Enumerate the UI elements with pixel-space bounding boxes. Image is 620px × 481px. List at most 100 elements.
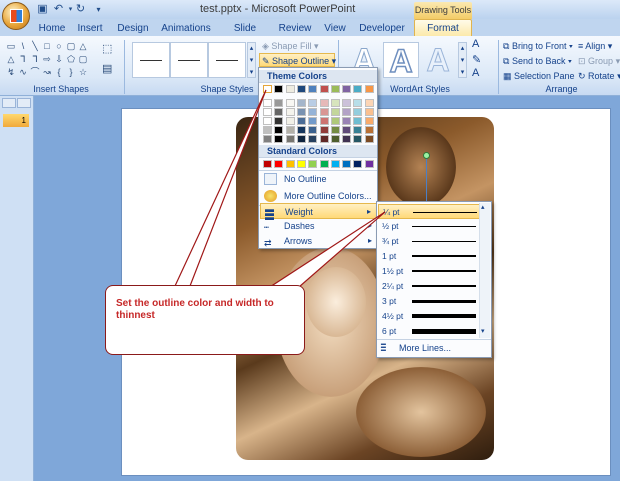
elbow-connector-icon[interactable]: ᒣ [30, 55, 40, 64]
theme-color-swatch[interactable] [285, 99, 295, 107]
theme-color-swatch[interactable] [330, 108, 340, 116]
send-to-back-button[interactable]: ⧉ Send to Back ▾ [503, 54, 572, 68]
theme-color-swatch[interactable] [342, 117, 352, 125]
theme-color-swatch[interactable] [308, 85, 318, 93]
line-shape-icon[interactable]: ╲ [30, 42, 40, 51]
dashes-item[interactable]: ┅ Dashes ▸ [260, 218, 377, 234]
theme-color-swatch[interactable] [319, 135, 329, 143]
weight-option[interactable]: 1½ pt [378, 264, 482, 279]
standard-color-swatch[interactable] [296, 160, 306, 168]
rounded-rect-shape-icon[interactable]: ▢ [66, 42, 76, 51]
theme-color-swatch[interactable] [353, 117, 363, 125]
text-box-icon[interactable]: ▤ [102, 62, 116, 76]
theme-color-swatch[interactable] [263, 99, 272, 107]
tab-animations[interactable]: Animations [160, 21, 212, 36]
tab-format[interactable]: Format [414, 19, 472, 37]
tab-slide-show[interactable]: Slide Show [220, 21, 270, 49]
standard-color-swatch[interactable] [342, 160, 352, 168]
standard-color-swatch[interactable] [308, 160, 318, 168]
theme-color-swatch[interactable] [364, 99, 374, 107]
theme-color-swatch[interactable] [285, 108, 295, 116]
elbow-connector-icon[interactable]: ⅂ [18, 55, 28, 64]
weight-option[interactable]: ¾ pt [378, 234, 482, 249]
theme-color-swatch[interactable] [364, 117, 374, 125]
more-lines-item[interactable]: ━ ━ ━ More Lines... [377, 339, 491, 355]
shape-style-1[interactable] [132, 42, 170, 78]
text-effects-icon[interactable]: A [472, 67, 479, 79]
curve-shape-icon[interactable]: ∿ [18, 68, 28, 77]
curve-shape-icon[interactable]: ⌒ [30, 68, 40, 77]
theme-color-swatch[interactable] [330, 126, 340, 134]
textbox-shape-icon[interactable]: ▭ [6, 42, 16, 51]
rotate-button[interactable]: ↻ Rotate ▾ [578, 69, 620, 83]
weight-option[interactable]: 1 pt [378, 249, 482, 264]
theme-color-swatch[interactable] [342, 108, 352, 116]
pentagon-shape-icon[interactable]: ⬠ [66, 55, 76, 64]
theme-color-swatch[interactable] [285, 85, 295, 93]
weight-option[interactable]: 6 pt [378, 324, 482, 339]
theme-color-swatch[interactable] [330, 99, 340, 107]
weight-option[interactable]: 3 pt [378, 294, 482, 309]
theme-color-swatch[interactable] [308, 135, 318, 143]
no-outline-item[interactable]: No Outline [260, 171, 377, 187]
shape-fill-button[interactable]: ◈ Shape Fill ▾ [262, 39, 318, 53]
theme-color-swatch[interactable] [364, 135, 374, 143]
wordart-style-2[interactable]: A [383, 42, 419, 80]
tab-home[interactable]: Home [36, 21, 68, 36]
tab-review[interactable]: Review [278, 21, 312, 36]
theme-color-swatch[interactable] [342, 135, 352, 143]
star-shape-icon[interactable]: ☆ [78, 68, 88, 77]
edit-shape-icon[interactable]: ⬚ [102, 42, 116, 56]
theme-color-swatch[interactable] [319, 85, 329, 93]
shapes-gallery[interactable]: ▭ \ ╲ □ ○ ▢ △ △ ⅂ ᒣ ⇨ ⇩ ⬠ ▢ ↯ ∿ ⌒ ↝ { } … [6, 40, 98, 80]
theme-color-swatch[interactable] [319, 99, 329, 107]
thumbnail-pane[interactable] [0, 96, 34, 481]
curve-shape-icon[interactable]: ↯ [6, 68, 16, 77]
weight-option[interactable]: 4½ pt [378, 309, 482, 324]
theme-color-swatch[interactable] [342, 99, 352, 107]
theme-color-swatch[interactable] [330, 135, 340, 143]
scroll-down-icon[interactable]: ▾ [481, 327, 485, 335]
theme-color-swatch[interactable] [364, 85, 374, 93]
theme-color-swatch[interactable] [353, 108, 363, 116]
theme-color-swatch[interactable] [342, 85, 352, 93]
standard-color-swatch[interactable] [364, 160, 374, 168]
arrow-right-shape-icon[interactable]: ⇨ [42, 55, 52, 64]
text-fill-icon[interactable]: A [472, 38, 479, 50]
styles-scroll[interactable]: ▴ ▾ ▾ [247, 42, 256, 78]
weight-item[interactable]: ▬ ▬ ▬ Weight ▸ [260, 203, 377, 222]
theme-color-swatch[interactable] [296, 126, 306, 134]
shape-style-2[interactable] [170, 42, 208, 78]
selection-pane-button[interactable]: ▦ Selection Pane [503, 69, 575, 83]
slide-thumbnail[interactable]: 1 [3, 114, 29, 127]
theme-color-swatch[interactable] [364, 126, 374, 134]
theme-color-swatch[interactable] [263, 135, 272, 143]
theme-color-swatch[interactable] [342, 126, 352, 134]
theme-color-swatch[interactable] [308, 117, 318, 125]
theme-color-swatch[interactable] [319, 126, 329, 134]
redo-icon[interactable]: ↻ [74, 3, 87, 16]
theme-color-swatch[interactable] [353, 85, 363, 93]
theme-color-swatch[interactable] [353, 135, 363, 143]
theme-color-swatch[interactable] [308, 126, 318, 134]
theme-color-swatch[interactable] [308, 99, 318, 107]
shape-style-3[interactable] [208, 42, 246, 78]
office-button[interactable] [2, 2, 30, 30]
theme-color-swatch[interactable] [263, 108, 272, 116]
theme-color-swatch[interactable] [274, 108, 284, 116]
standard-color-swatch[interactable] [319, 160, 329, 168]
theme-color-swatch[interactable] [285, 135, 295, 143]
theme-color-swatch[interactable] [263, 117, 272, 125]
save-icon[interactable]: ▣ [36, 3, 49, 16]
rotation-handle[interactable] [423, 152, 430, 159]
shape-outline-button[interactable]: ✎ Shape Outline ▾ [259, 53, 336, 67]
theme-color-swatch[interactable] [308, 108, 318, 116]
bring-to-front-button[interactable]: ⧉ Bring to Front ▾ [503, 39, 573, 53]
theme-color-swatch[interactable] [330, 85, 340, 93]
weight-option[interactable]: ½ pt [378, 219, 482, 234]
align-button[interactable]: ≡ Align ▾ [578, 39, 612, 53]
line-shape-icon[interactable]: \ [18, 42, 28, 51]
theme-color-swatch[interactable] [263, 126, 272, 134]
tab-developer[interactable]: Developer [358, 21, 406, 36]
theme-color-swatch[interactable] [353, 99, 363, 107]
